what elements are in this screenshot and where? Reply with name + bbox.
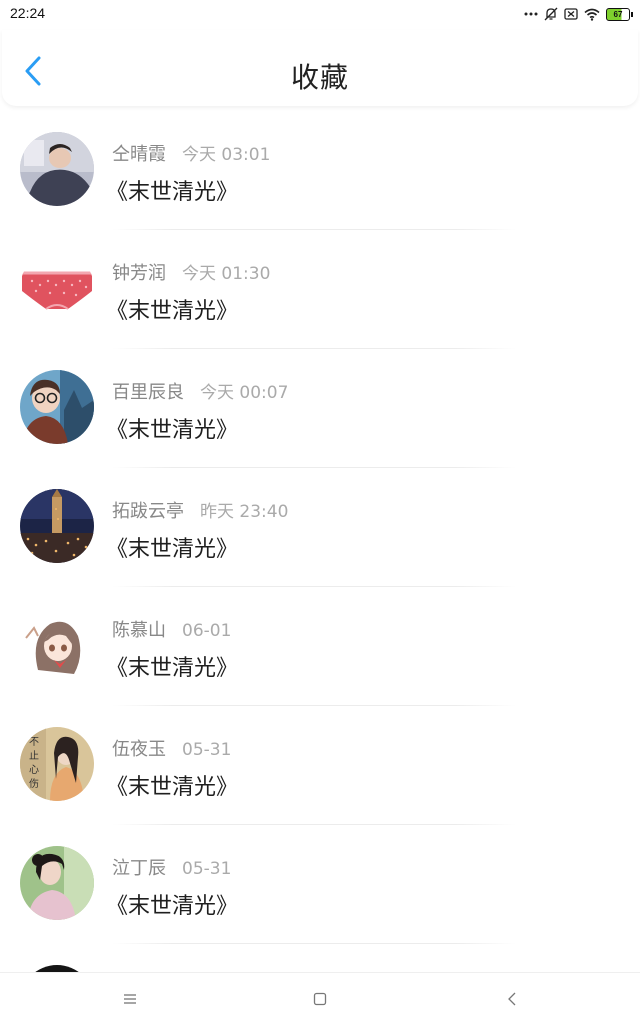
divider <box>112 229 516 230</box>
item-book-title: 《末世清光》 <box>106 180 239 205</box>
item-book-title: 《末世清光》 <box>106 418 239 443</box>
item-book-title: 《末世清光》 <box>106 775 239 800</box>
avatar[interactable] <box>20 132 94 206</box>
item-meta: 泣丁辰 05-31 <box>112 854 231 880</box>
item-author: 百里辰良 <box>112 382 184 403</box>
svg-text:止: 止 <box>29 750 39 762</box>
item-author: 泣丁辰 <box>112 858 166 879</box>
more-dots-icon <box>524 11 538 17</box>
item-meta: 拓跋云亭 昨天 23:40 <box>112 497 288 523</box>
item-meta: 仝晴霞 今天 03:01 <box>112 140 270 166</box>
item-book-title: 《末世清光》 <box>106 656 239 681</box>
svg-text:心: 心 <box>29 764 39 776</box>
list-item[interactable]: 仝晴霞 今天 03:01 《末世清光》 <box>0 112 640 231</box>
sim-off-icon <box>564 8 578 20</box>
header-bar: 收藏 <box>2 30 638 106</box>
item-author: 伍夜玉 <box>112 739 166 760</box>
system-back-button[interactable] <box>500 987 524 1011</box>
divider <box>112 705 516 706</box>
divider <box>112 824 516 825</box>
divider <box>112 943 516 944</box>
battery-icon: 67 <box>606 7 633 21</box>
item-author: 陈慕山 <box>112 620 166 641</box>
item-book-title: 《末世清光》 <box>106 894 239 919</box>
list-item[interactable]: 不 止 心 伤 伍夜玉 05-31 《末世清光》 <box>0 707 640 826</box>
status-icons: 67 <box>524 5 633 23</box>
avatar[interactable] <box>20 489 94 563</box>
home-button[interactable] <box>308 987 332 1011</box>
item-author: 仝晴霞 <box>112 144 166 165</box>
divider <box>112 586 516 587</box>
avatar-poster-text: 不 <box>29 737 39 748</box>
list-item[interactable]: 钟芳润 今天 01:30 《末世清光》 <box>0 231 640 350</box>
item-meta: 伍夜玉 05-31 <box>112 735 231 761</box>
system-nav-bar <box>0 972 640 1025</box>
list-item[interactable]: 陈慕山 06-01 《末世清光》 <box>0 588 640 707</box>
notifications-off-icon <box>544 7 558 21</box>
status-time: 22:24 <box>10 5 46 21</box>
avatar[interactable] <box>20 965 94 972</box>
svg-text:伤: 伤 <box>29 777 39 790</box>
menu-icon <box>124 994 136 1004</box>
item-meta: 钟芳润 今天 01:30 <box>112 259 270 285</box>
item-time: 今天 00:07 <box>200 383 289 403</box>
back-triangle-icon <box>508 992 516 1006</box>
item-author: 钟芳润 <box>112 263 166 284</box>
avatar[interactable]: 不 止 心 伤 <box>20 727 94 801</box>
item-meta: 陈慕山 06-01 <box>112 616 231 642</box>
wifi-icon <box>584 8 600 21</box>
list-item[interactable]: 拓跋云亭 昨天 23:40 《末世清光》 <box>0 469 640 588</box>
item-meta: 百里辰良 今天 00:07 <box>112 378 288 404</box>
favorites-list: 仝晴霞今天 03:01 《末世清光》 钟芳润今天 01:30 《末世清光》 <box>0 112 640 972</box>
avatar[interactable] <box>20 608 94 682</box>
item-time: 今天 03:01 <box>182 145 271 165</box>
list-item[interactable]: 百里辰良 今天 00:07 《末世清光》 <box>0 350 640 469</box>
status-bar: 22:24 67 <box>0 0 640 28</box>
page-title: 收藏 <box>290 61 349 94</box>
avatar[interactable] <box>20 370 94 444</box>
list-item-partial[interactable] <box>0 945 640 972</box>
item-book-title: 《末世清光》 <box>106 537 239 562</box>
home-square-icon <box>313 992 327 1006</box>
list-item[interactable]: 泣丁辰 05-31 《末世清光》 <box>0 826 640 945</box>
item-time: 昨天 23:40 <box>200 502 289 522</box>
item-time: 今天 01:30 <box>182 264 271 284</box>
avatar[interactable] <box>20 251 94 325</box>
item-time: 05-31 <box>182 740 232 760</box>
item-time: 06-01 <box>182 621 232 641</box>
divider <box>112 467 516 468</box>
divider <box>112 348 516 349</box>
avatar[interactable] <box>20 846 94 920</box>
item-time: 05-31 <box>182 859 232 879</box>
item-book-title: 《末世清光》 <box>106 299 239 324</box>
menu-button[interactable] <box>118 987 142 1011</box>
item-author: 拓跋云亭 <box>112 501 184 522</box>
